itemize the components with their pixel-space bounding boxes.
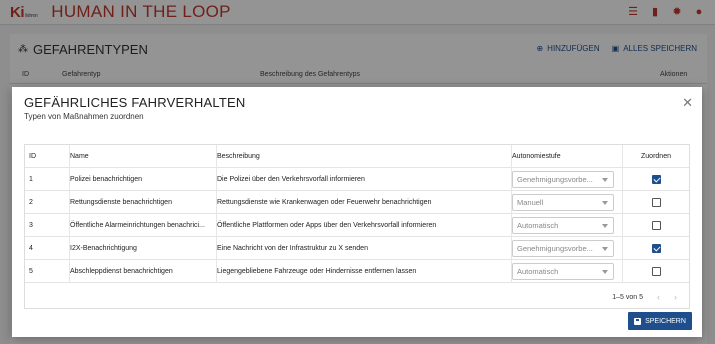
cell-assign xyxy=(623,214,689,236)
cell-description: Die Polizei über den Verkehrsvorfall inf… xyxy=(217,175,365,183)
dialog-title: GEFÄHRLICHES FAHRVERHALTEN xyxy=(24,95,246,110)
cell-id: 1 xyxy=(29,175,33,183)
table-header: ID Name Beschreibung Autonomiestufe Zuor… xyxy=(25,145,689,168)
col-id: ID xyxy=(29,152,36,160)
cell-assign xyxy=(623,191,689,213)
chevron-down-icon xyxy=(602,200,608,205)
assign-checkbox[interactable] xyxy=(651,174,661,184)
cell-name: I2X-Benachrichtigung xyxy=(70,244,137,252)
cell-description: Eine Nachricht von der Infrastruktur zu … xyxy=(217,244,368,252)
cell-assign xyxy=(623,237,689,259)
table-row: 2 Rettungsdienste benachrichtigen Rettungs… xyxy=(25,191,689,214)
autonomy-select-value: Automatisch xyxy=(517,266,559,276)
autonomy-select-value: Manuell xyxy=(517,197,544,207)
col-autonomy: Autonomiestufe xyxy=(512,152,561,160)
save-button-label: SPEICHERN xyxy=(645,317,686,325)
cell-assign xyxy=(623,260,689,282)
column-divider xyxy=(622,145,623,283)
cell-id: 4 xyxy=(29,244,33,252)
cell-name: Öffentliche Alarmeinrichtungen benachric… xyxy=(70,221,205,229)
cell-description: Öffentliche Plattformen oder Apps über d… xyxy=(217,221,437,229)
col-description: Beschreibung xyxy=(217,152,260,160)
cell-name: Abschleppdienst benachrichtigen xyxy=(70,267,173,275)
pagination: 1–5 von 5 ‹ › xyxy=(612,292,677,302)
pagination-label: 1–5 von 5 xyxy=(612,293,643,301)
autonomy-select[interactable]: Manuell xyxy=(512,193,614,211)
chevron-left-icon[interactable]: ‹ xyxy=(657,292,660,302)
table-row: 1 Polizei benachrichtigen Die Polizei über… xyxy=(25,168,689,191)
cell-autonomy: Genehmigungsvorbe... xyxy=(512,168,622,190)
col-assign: Zuordnen xyxy=(641,152,671,160)
autonomy-select[interactable]: Automatisch xyxy=(512,216,614,234)
autonomy-select[interactable]: Genehmigungsvorbe... xyxy=(512,170,614,188)
col-name: Name xyxy=(70,152,89,160)
assign-checkbox[interactable] xyxy=(651,197,661,207)
table-row: 3 Öffentliche Alarmeinrichtungen benachri… xyxy=(25,214,689,237)
cell-autonomy: Automatisch xyxy=(512,214,622,236)
autonomy-select-value: Genehmigungsvorbe... xyxy=(517,243,593,253)
autonomy-select-value: Genehmigungsvorbe... xyxy=(517,174,593,184)
cell-id: 3 xyxy=(29,221,33,229)
chevron-down-icon xyxy=(602,223,608,228)
chevron-down-icon xyxy=(602,177,608,182)
cell-autonomy: Genehmigungsvorbe... xyxy=(512,237,622,259)
cell-name: Polizei benachrichtigen xyxy=(70,175,142,183)
autonomy-select[interactable]: Automatisch xyxy=(512,262,614,280)
cell-name: Rettungsdienste benachrichtigen xyxy=(70,198,172,206)
column-divider xyxy=(511,145,512,283)
chevron-down-icon xyxy=(602,246,608,251)
assign-checkbox[interactable] xyxy=(651,243,661,253)
assign-checkbox[interactable] xyxy=(651,266,661,276)
assign-checkbox[interactable] xyxy=(651,220,661,230)
autonomy-select[interactable]: Genehmigungsvorbe... xyxy=(512,239,614,257)
cell-id: 5 xyxy=(29,267,33,275)
measures-table: ID Name Beschreibung Autonomiestufe Zuor… xyxy=(24,144,690,309)
column-divider xyxy=(69,145,70,283)
save-icon xyxy=(634,317,642,325)
close-icon[interactable]: ✕ xyxy=(682,95,693,111)
cell-description: Rettungsdienste wie Krankenwagen oder Fe… xyxy=(217,198,432,206)
cell-autonomy: Automatisch xyxy=(512,260,622,282)
assign-measures-dialog: GEFÄHRLICHES FAHRVERHALTEN Typen von Maß… xyxy=(12,87,702,337)
chevron-right-icon[interactable]: › xyxy=(674,292,677,302)
autonomy-select-value: Automatisch xyxy=(517,220,559,230)
table-row: 5 Abschleppdienst benachrichtigen Liegenge… xyxy=(25,260,689,283)
cell-assign xyxy=(623,168,689,190)
save-button[interactable]: SPEICHERN xyxy=(628,312,692,330)
column-divider xyxy=(216,145,217,283)
table-row: 4 I2X-Benachrichtigung Eine Nachricht von … xyxy=(25,237,689,260)
dialog-subtitle: Typen von Maßnahmen zuordnen xyxy=(24,112,144,121)
cell-description: Liegengebliebene Fahrzeuge oder Hinderni… xyxy=(217,267,417,275)
cell-id: 2 xyxy=(29,198,33,206)
chevron-down-icon xyxy=(602,269,608,274)
cell-autonomy: Manuell xyxy=(512,191,622,213)
